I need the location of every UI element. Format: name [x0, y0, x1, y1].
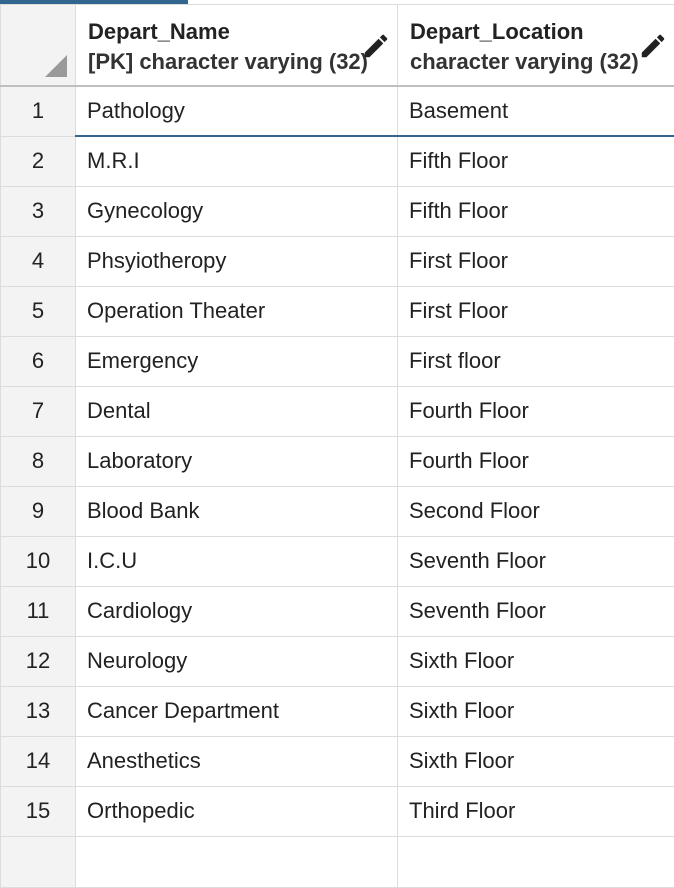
row-number[interactable]: 10 — [0, 535, 76, 587]
cell-depart-location[interactable]: Sixth Floor — [397, 685, 674, 737]
table-row[interactable]: 7 Dental Fourth Floor — [0, 385, 674, 437]
cell-depart-name[interactable]: Operation Theater — [75, 285, 398, 337]
cell-depart-name[interactable]: Neurology — [75, 635, 398, 687]
row-number[interactable]: 3 — [0, 185, 76, 237]
row-number[interactable]: 13 — [0, 685, 76, 737]
cell-depart-name[interactable]: Dental — [75, 385, 398, 437]
cell-depart-name[interactable]: Cancer Department — [75, 685, 398, 737]
column-header-depart-name[interactable]: Depart_Name [PK] character varying (32) — [75, 4, 398, 87]
select-all-corner[interactable] — [0, 4, 76, 87]
table-row[interactable]: 12 Neurology Sixth Floor — [0, 635, 674, 687]
empty-new-row[interactable] — [0, 835, 674, 888]
table-row[interactable]: 1 Pathology Basement — [0, 85, 674, 138]
cell-depart-location[interactable]: First Floor — [397, 285, 674, 337]
cell-depart-location[interactable]: First Floor — [397, 235, 674, 287]
table-row[interactable]: 4 Phsyiotheropy First Floor — [0, 235, 674, 287]
table-row[interactable]: 8 Laboratory Fourth Floor — [0, 435, 674, 487]
row-number-empty — [0, 835, 76, 888]
column-header-depart-location[interactable]: Depart_Location character varying (32) — [397, 4, 674, 87]
row-number[interactable]: 8 — [0, 435, 76, 487]
cell-depart-location[interactable]: Fourth Floor — [397, 385, 674, 437]
cell-depart-location[interactable]: Third Floor — [397, 785, 674, 837]
cell-depart-name[interactable]: Anesthetics — [75, 735, 398, 787]
column-type: character varying (32) — [410, 49, 639, 74]
cell-depart-location[interactable]: Sixth Floor — [397, 735, 674, 787]
column-type: [PK] character varying (32) — [88, 49, 368, 74]
row-number[interactable]: 11 — [0, 585, 76, 637]
row-number[interactable]: 4 — [0, 235, 76, 287]
pencil-icon[interactable] — [638, 31, 668, 61]
table-row[interactable]: 14 Anesthetics Sixth Floor — [0, 735, 674, 787]
cell-depart-location[interactable]: Second Floor — [397, 485, 674, 537]
cell-depart-location[interactable]: Sixth Floor — [397, 635, 674, 687]
header-row: Depart_Name [PK] character varying (32) … — [0, 4, 674, 87]
table-row[interactable]: 2 M.R.I Fifth Floor — [0, 135, 674, 187]
cell-depart-location[interactable]: Basement — [397, 85, 674, 138]
table-row[interactable]: 5 Operation Theater First Floor — [0, 285, 674, 337]
table-row[interactable]: 15 Orthopedic Third Floor — [0, 785, 674, 837]
cell-depart-name[interactable]: Gynecology — [75, 185, 398, 237]
table-row[interactable]: 10 I.C.U Seventh Floor — [0, 535, 674, 587]
column-name: Depart_Location — [410, 19, 584, 44]
table-row[interactable]: 3 Gynecology Fifth Floor — [0, 185, 674, 237]
table-row[interactable]: 13 Cancer Department Sixth Floor — [0, 685, 674, 737]
cell-depart-name[interactable]: Phsyiotheropy — [75, 235, 398, 287]
cell-depart-location[interactable]: Seventh Floor — [397, 535, 674, 587]
cell-depart-location[interactable]: Seventh Floor — [397, 585, 674, 637]
row-number[interactable]: 12 — [0, 635, 76, 687]
data-grid: Depart_Name [PK] character varying (32) … — [0, 4, 674, 888]
row-number[interactable]: 7 — [0, 385, 76, 437]
row-number[interactable]: 6 — [0, 335, 76, 387]
cell-depart-name[interactable]: Blood Bank — [75, 485, 398, 537]
pencil-icon[interactable] — [361, 31, 391, 61]
grid-body: 1 Pathology Basement 2 M.R.I Fifth Floor… — [0, 85, 674, 888]
row-number[interactable]: 15 — [0, 785, 76, 837]
row-number[interactable]: 5 — [0, 285, 76, 337]
cell-depart-name[interactable]: M.R.I — [75, 135, 398, 187]
cell-depart-name[interactable]: Laboratory — [75, 435, 398, 487]
cell-depart-name-empty[interactable] — [75, 835, 398, 888]
cell-depart-name[interactable]: Orthopedic — [75, 785, 398, 837]
cell-depart-name[interactable]: Pathology — [75, 85, 398, 138]
cell-depart-name[interactable]: Cardiology — [75, 585, 398, 637]
cell-depart-location[interactable]: First floor — [397, 335, 674, 387]
row-number[interactable]: 2 — [0, 135, 76, 187]
column-name: Depart_Name — [88, 19, 230, 44]
table-row[interactable]: 11 Cardiology Seventh Floor — [0, 585, 674, 637]
row-number[interactable]: 14 — [0, 735, 76, 787]
cell-depart-location-empty[interactable] — [397, 835, 674, 888]
cell-depart-name[interactable]: I.C.U — [75, 535, 398, 587]
row-number[interactable]: 1 — [0, 85, 76, 137]
cell-depart-location[interactable]: Fourth Floor — [397, 435, 674, 487]
table-row[interactable]: 9 Blood Bank Second Floor — [0, 485, 674, 537]
cell-depart-location[interactable]: Fifth Floor — [397, 135, 674, 187]
table-row[interactable]: 6 Emergency First floor — [0, 335, 674, 387]
cell-depart-location[interactable]: Fifth Floor — [397, 185, 674, 237]
cell-depart-name[interactable]: Emergency — [75, 335, 398, 387]
row-number[interactable]: 9 — [0, 485, 76, 537]
select-all-corner-icon — [45, 55, 67, 77]
